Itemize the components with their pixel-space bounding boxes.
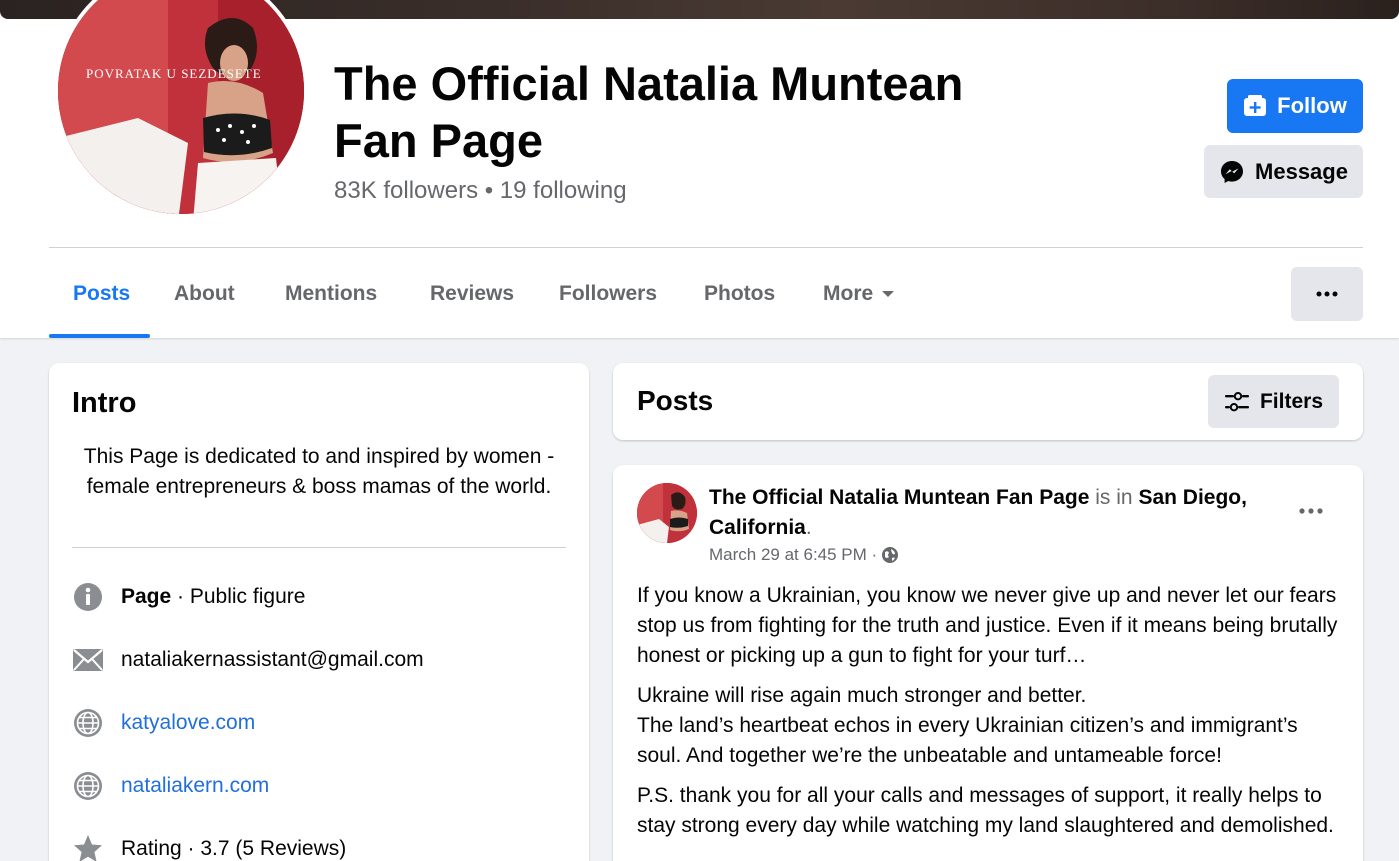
post-timestamp[interactable]: March 29 at 6:45 PM · xyxy=(709,545,877,565)
post-options-button[interactable] xyxy=(1293,493,1329,529)
post-is-in: is in xyxy=(1089,486,1139,509)
post-card: The Official Natalia Muntean Fan Page is… xyxy=(613,465,1363,861)
intro-bio: This Page is dedicated to and inspired b… xyxy=(83,445,555,498)
follow-label: Follow xyxy=(1277,93,1347,118)
intro-rating: Rating · 3.7 (5 Reviews) xyxy=(72,832,572,861)
globe-icon xyxy=(72,707,104,739)
tab-more-label: More xyxy=(823,282,874,305)
page-stats[interactable]: 83K followers • 19 following xyxy=(334,176,627,206)
page-header: POVRATAK U SEZDESETE The Official Natali… xyxy=(0,0,1399,338)
tab-followers[interactable]: Followers xyxy=(559,268,657,320)
public-globe-icon[interactable] xyxy=(881,546,899,564)
tab-photos[interactable]: Photos xyxy=(704,268,775,320)
tab-mentions[interactable]: Mentions xyxy=(285,268,377,320)
header-divider xyxy=(49,247,1363,248)
globe-icon xyxy=(72,770,104,802)
post-author[interactable]: The Official Natalia Muntean Fan Page xyxy=(709,486,1089,509)
page-options-button[interactable] xyxy=(1291,267,1363,321)
post-header: The Official Natalia Muntean Fan Page is… xyxy=(709,483,1289,543)
filters-label: Filters xyxy=(1259,389,1324,413)
post-author-avatar[interactable] xyxy=(637,483,697,543)
post-paragraph: If you know a Ukrainian, you know we nev… xyxy=(637,584,1338,667)
profile-picture[interactable]: POVRATAK U SEZDESETE xyxy=(54,0,308,218)
envelope-icon xyxy=(72,644,104,676)
filters-icon xyxy=(1224,391,1249,411)
posts-title: Posts xyxy=(637,385,714,416)
page-category: · Public figure xyxy=(171,585,306,608)
intro-title: Intro xyxy=(72,387,137,419)
intro-card: Intro This Page is dedicated to and insp… xyxy=(49,363,589,861)
tab-reviews[interactable]: Reviews xyxy=(430,268,514,320)
page-title: The Official Natalia Muntean Fan Page xyxy=(334,57,964,167)
message-label: Message xyxy=(1255,158,1348,184)
intro-page-type: Page · Public figure xyxy=(72,580,572,614)
website-link-1[interactable]: katyalove.com xyxy=(121,711,255,735)
post-avatar-image xyxy=(637,483,697,543)
follow-button[interactable]: Follow xyxy=(1227,79,1363,133)
info-icon xyxy=(72,581,104,613)
intro-email: nataliakernassistant@gmail.com xyxy=(72,643,572,677)
post-period: . xyxy=(805,516,812,539)
filters-button[interactable]: Filters xyxy=(1208,375,1339,428)
page-type-label: Page xyxy=(121,585,172,608)
tab-about[interactable]: About xyxy=(174,268,235,320)
active-tab-indicator xyxy=(49,334,150,338)
post-line: The land’s heartbeat echos in every Ukra… xyxy=(637,714,1298,767)
rating-text[interactable]: Rating · 3.7 (5 Reviews) xyxy=(121,837,346,861)
email-address[interactable]: nataliakernassistant@gmail.com xyxy=(121,648,424,672)
posts-header-card: Posts Filters xyxy=(613,363,1363,440)
post-paragraph: Ukraine will rise again much stronger an… xyxy=(637,681,1343,771)
intro-divider xyxy=(72,547,566,548)
more-dots-icon xyxy=(1316,291,1338,297)
messenger-icon xyxy=(1221,160,1244,183)
star-icon xyxy=(72,833,104,861)
intro-website-1: katyalove.com xyxy=(72,706,572,740)
post-line: Ukraine will rise again much stronger an… xyxy=(637,684,1087,707)
avatar-cover-text: POVRATAK U SEZDESETE xyxy=(86,66,262,81)
post-meta: March 29 at 6:45 PM · xyxy=(709,545,899,565)
tab-more[interactable]: More xyxy=(823,268,895,320)
tab-posts[interactable]: Posts xyxy=(73,268,130,320)
profile-photo-image: POVRATAK U SEZDESETE xyxy=(58,0,304,214)
intro-website-2: nataliakern.com xyxy=(72,769,572,803)
post-body: If you know a Ukrainian, you know we nev… xyxy=(637,581,1343,851)
website-link-2[interactable]: nataliakern.com xyxy=(121,774,269,798)
message-button[interactable]: Message xyxy=(1204,145,1363,198)
post-paragraph: P.S. thank you for all your calls and me… xyxy=(637,784,1334,837)
caret-down-icon xyxy=(882,291,895,297)
more-dots-icon xyxy=(1299,508,1323,514)
follow-icon xyxy=(1244,95,1267,116)
